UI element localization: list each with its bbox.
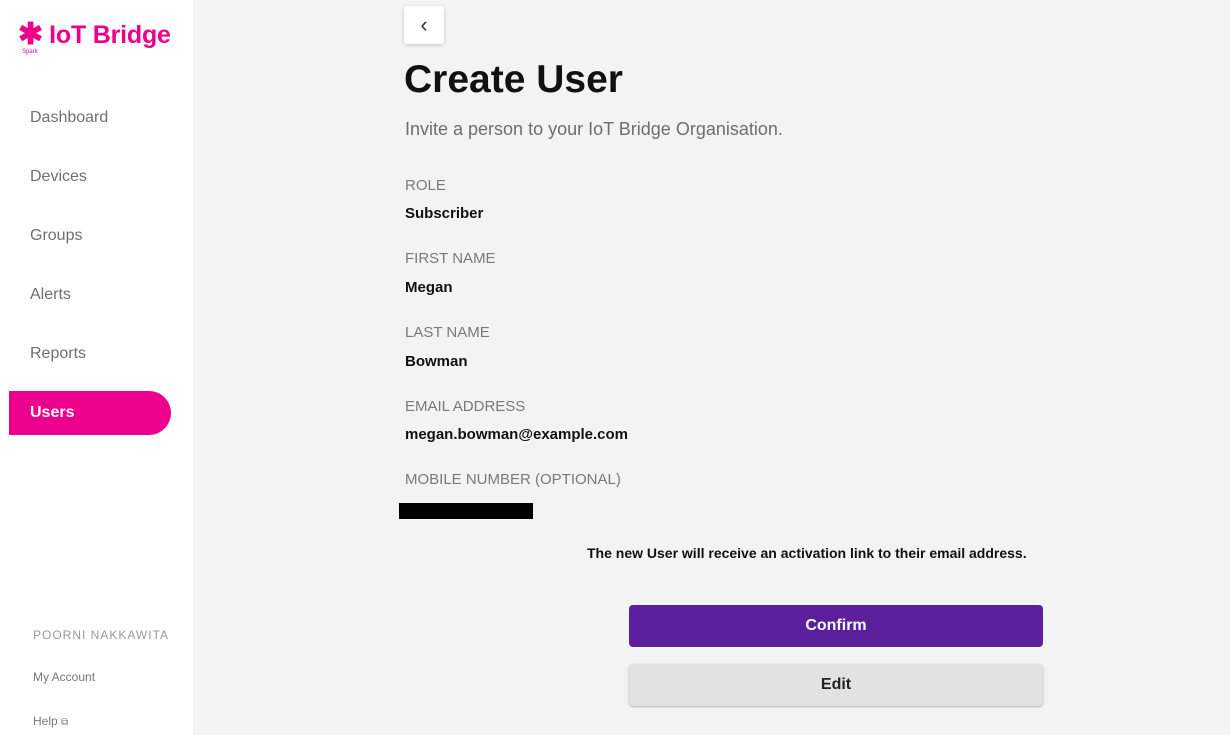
role-label: ROLE [405, 177, 446, 194]
first-name-value: Megan [405, 279, 453, 296]
sidebar-item-users[interactable]: Users [9, 391, 171, 435]
sidebar-nav: Dashboard Devices Groups Alerts Reports … [0, 96, 193, 450]
email-label: EMAIL ADDRESS [405, 398, 526, 415]
last-name-label: LAST NAME [405, 324, 490, 341]
my-account-link[interactable]: My Account [33, 670, 95, 684]
sidebar: ✱ IoT Bridge Spark Dashboard Devices Gro… [0, 0, 193, 735]
sidebar-item-groups[interactable]: Groups [0, 214, 193, 258]
back-button[interactable]: ‹ [404, 6, 444, 44]
sidebar-item-devices[interactable]: Devices [0, 155, 193, 199]
mobile-label: MOBILE NUMBER (OPTIONAL) [405, 471, 621, 488]
sidebar-item-reports[interactable]: Reports [0, 332, 193, 376]
account-name: POORNI NAKKAWITA [33, 628, 170, 642]
help-link[interactable]: Help ⧉ [33, 714, 68, 728]
brand-logo[interactable]: ✱ IoT Bridge [18, 20, 171, 50]
role-value: Subscriber [405, 205, 484, 222]
last-name-value: Bowman [405, 353, 468, 370]
chevron-left-icon: ‹ [420, 12, 428, 37]
spark-star-icon: ✱ [18, 18, 44, 51]
brand-sub: Spark [22, 49, 38, 55]
sidebar-item-alerts[interactable]: Alerts [0, 273, 193, 317]
confirm-button[interactable]: Confirm [629, 605, 1043, 647]
brand-name: IoT Bridge [49, 20, 171, 49]
help-label: Help [33, 714, 58, 728]
page-subtitle: Invite a person to your IoT Bridge Organ… [405, 119, 783, 139]
mobile-value-redacted [399, 503, 533, 519]
edit-button[interactable]: Edit [629, 664, 1043, 706]
activation-info: The new User will receive an activation … [587, 545, 1027, 561]
external-link-icon: ⧉ [61, 717, 69, 728]
email-value: megan.bowman@example.com [405, 426, 629, 443]
sidebar-item-dashboard[interactable]: Dashboard [0, 96, 193, 140]
first-name-label: FIRST NAME [405, 250, 496, 267]
page-title: Create User [404, 58, 623, 101]
